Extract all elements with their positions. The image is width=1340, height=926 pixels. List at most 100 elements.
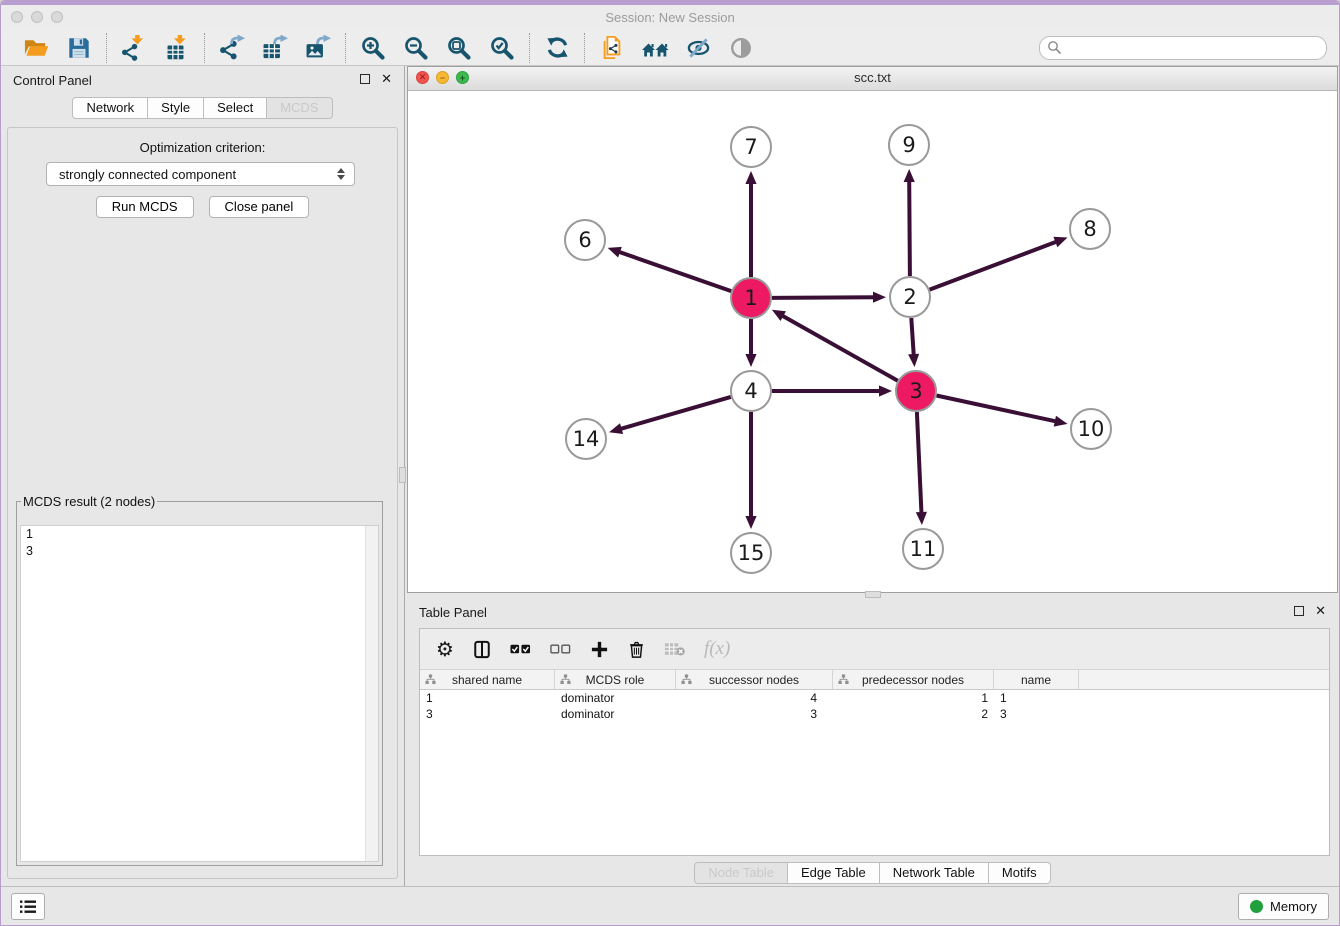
graph-edge-3-11[interactable] [916,412,927,525]
mcds-result-line: 3 [21,543,378,560]
open-file-icon[interactable] [22,34,50,62]
graph-node-9[interactable]: 9 [889,125,929,165]
select-all-icon[interactable] [510,643,531,655]
hide-details-icon[interactable] [684,34,712,62]
graph-edge-4-3[interactable] [772,385,892,396]
graph-edge-1-7[interactable] [745,171,756,277]
column-header-predecessor-nodes[interactable]: predecessor nodes [833,670,994,689]
close-table-panel-icon[interactable]: ✕ [1315,606,1326,616]
table-toolbar: ⚙ f(x) [420,629,1329,670]
graph-node-7[interactable]: 7 [731,127,771,167]
delete-table-icon [664,642,685,656]
graph-edge-2-9[interactable] [904,169,915,276]
graph-edge-4-14[interactable] [609,397,731,434]
float-panel-icon[interactable] [360,74,370,84]
tab-node-table[interactable]: Node Table [694,862,788,884]
graph-edge-4-15[interactable] [745,412,756,529]
table-settings-icon[interactable]: ⚙ [436,639,454,659]
network-minimize-button[interactable]: − [436,71,449,84]
tab-select[interactable]: Select [204,97,267,119]
graph-node-8[interactable]: 8 [1070,209,1110,249]
criterion-select[interactable]: strongly connected component [46,162,355,186]
graph-edge-2-8[interactable] [930,237,1068,290]
zoom-selected-icon[interactable] [488,34,516,62]
graph-edge-1-2[interactable] [772,292,886,303]
add-icon[interactable] [590,640,609,659]
run-mcds-button[interactable]: Run MCDS [96,196,194,218]
mcds-result-list[interactable]: 13 [20,525,379,862]
control-panel: Control Panel ✕ NetworkStyleSelectMCDS O… [1,66,405,887]
duplicate-network-icon[interactable] [598,34,626,62]
graph-node-10[interactable]: 10 [1071,409,1111,449]
table-cell: 2 [833,706,994,722]
column-header-successor-nodes[interactable]: successor nodes [676,670,833,689]
export-network-icon[interactable] [218,34,246,62]
graph-edge-1-4[interactable] [745,319,756,367]
mcds-panel: Optimization criterion: strongly connect… [7,127,398,879]
minimize-window-button[interactable] [31,11,43,23]
function-builder-icon: f(x) [704,638,730,660]
table-cell: 3 [420,706,555,722]
horizontal-split-handle[interactable] [865,591,881,598]
zoom-in-icon[interactable] [359,34,387,62]
unselect-all-icon[interactable] [550,643,571,655]
mcds-result-line: 1 [21,526,378,543]
graph-node-1[interactable]: 1 [731,278,771,318]
network-close-button[interactable]: ✕ [416,71,429,84]
zoom-fit-icon[interactable] [445,34,473,62]
graph-edge-1-6[interactable] [608,247,732,291]
export-table-icon[interactable] [261,34,289,62]
tab-edge-table[interactable]: Edge Table [788,862,880,884]
import-network-icon[interactable] [120,34,148,62]
vertical-split-handle[interactable] [399,467,406,483]
graph-edge-3-10[interactable] [937,396,1068,427]
graph-edge-2-3[interactable] [908,318,919,367]
tab-motifs[interactable]: Motifs [989,862,1051,884]
delete-icon[interactable] [628,640,645,659]
graph-node-3[interactable]: 3 [896,371,936,411]
graph-node-4[interactable]: 4 [731,371,771,411]
graph-node-2[interactable]: 2 [890,277,930,317]
graph-node-15[interactable]: 15 [731,533,771,573]
svg-text:8: 8 [1083,217,1096,241]
column-header-shared-name[interactable]: shared name [420,670,555,689]
refresh-icon[interactable] [543,34,571,62]
close-panel-button[interactable]: Close panel [209,196,310,218]
float-table-panel-icon[interactable] [1294,606,1304,616]
network-canvas[interactable]: 7 9 6 8 1 2 4 3 14 10 15 11 [408,90,1337,592]
tab-network[interactable]: Network [72,97,148,119]
toggle-columns-icon[interactable] [473,640,491,659]
import-table-icon[interactable] [163,34,191,62]
node-table: ⚙ f(x) shared nameMCDS rolesuccessor node… [419,628,1330,856]
memory-button[interactable]: Memory [1238,893,1329,920]
column-header-MCDS-role[interactable]: MCDS role [555,670,676,689]
task-history-button[interactable] [11,893,45,920]
tab-style[interactable]: Style [148,97,204,119]
table-body: 1dominator4113dominator323 [420,690,1329,722]
table-row[interactable]: 3dominator323 [420,706,1329,722]
close-window-button[interactable] [11,11,23,23]
tab-network-table[interactable]: Network Table [880,862,989,884]
column-header-name[interactable]: name [994,670,1079,689]
network-maximize-button[interactable]: + [456,71,469,84]
application-window: Session: New Session Control Panel ✕ Net… [0,0,1340,926]
svg-text:11: 11 [910,537,937,561]
export-image-icon[interactable] [304,34,332,62]
table-row[interactable]: 1dominator411 [420,690,1329,706]
graph-node-6[interactable]: 6 [565,220,605,260]
show-details-icon[interactable] [727,34,755,62]
graph-edge-3-1[interactable] [772,310,898,381]
table-cell: 1 [994,690,1079,706]
search-input[interactable] [1039,36,1327,60]
tab-mcds[interactable]: MCDS [267,97,332,119]
main-toolbar [1,30,1339,66]
graph-node-11[interactable]: 11 [903,529,943,569]
result-scrollbar[interactable] [365,526,378,861]
graph-node-14[interactable]: 14 [566,419,606,459]
zoom-window-button[interactable] [51,11,63,23]
save-session-icon[interactable] [65,34,93,62]
zoom-out-icon[interactable] [402,34,430,62]
home-layout-icon[interactable] [641,34,669,62]
close-panel-icon[interactable]: ✕ [381,74,392,84]
window-controls [11,11,63,23]
